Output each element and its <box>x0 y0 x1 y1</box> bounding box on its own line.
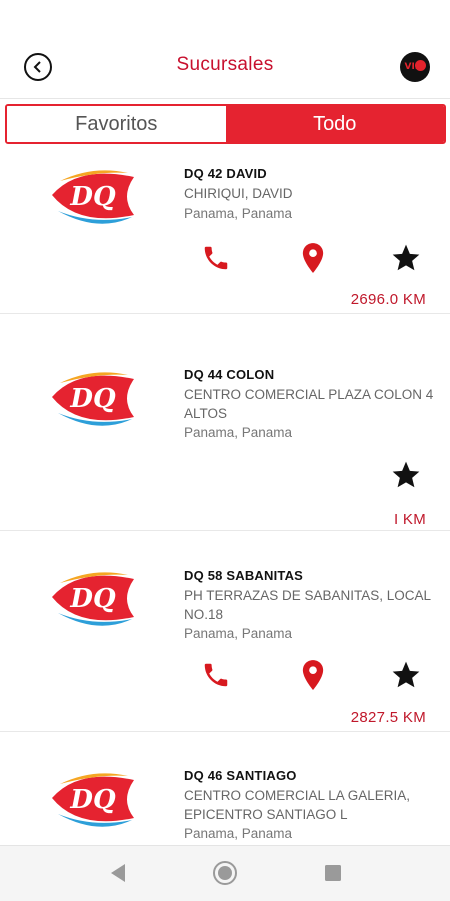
store-city: Panama, Panama <box>184 425 293 440</box>
star-icon <box>392 244 420 271</box>
star-icon <box>392 661 420 688</box>
svg-text:DQ: DQ <box>69 182 116 212</box>
map-pin-icon <box>302 660 324 690</box>
phone-icon <box>204 663 228 687</box>
store-card[interactable]: DQ DQ 44 COLON CENTRO COMERCIAL PLAZA CO… <box>0 314 450 531</box>
svg-text:DQ: DQ <box>69 584 116 614</box>
dq-logo: DQ <box>52 572 134 626</box>
store-city: Panama, Panama <box>184 626 293 641</box>
store-name: DQ 42 DAVID <box>184 166 267 181</box>
square-recents-icon <box>325 865 341 881</box>
store-name: DQ 46 SANTIAGO <box>184 768 297 783</box>
favorite-button[interactable] <box>389 241 423 275</box>
favorite-button[interactable] <box>389 458 423 492</box>
call-button[interactable] <box>199 241 233 275</box>
store-name: DQ 44 COLON <box>184 367 275 382</box>
store-city: Panama, Panama <box>184 206 293 221</box>
store-address: CHIRIQUI, DAVID <box>184 186 293 201</box>
star-icon <box>392 461 420 488</box>
location-button[interactable] <box>296 241 330 275</box>
store-list[interactable]: DQ DQ 42 DAVID CHIRIQUI, DAVID Panama, P… <box>0 150 450 845</box>
store-address: PH TERRAZAS DE SABANITAS, LOCAL NO.18 <box>184 588 431 622</box>
page-title: Sucursales <box>176 54 274 75</box>
store-card[interactable]: DQ DQ 46 SANTIAGO CENTRO COMERCIAL LA GA… <box>0 732 450 845</box>
store-address: CENTRO COMERCIAL LA GALERIA, EPICENTRO S… <box>184 788 411 822</box>
dq-logo: DQ <box>52 773 134 827</box>
map-pin-icon <box>302 243 324 273</box>
status-bar <box>0 0 450 40</box>
store-distance: 2827.5 KM <box>350 709 426 726</box>
store-city: Panama, Panama <box>184 826 293 841</box>
circle-home-icon <box>213 861 237 885</box>
nav-back-button[interactable] <box>105 860 131 886</box>
store-name: DQ 58 SABANITAS <box>184 568 304 583</box>
badge-text: VIP <box>404 62 422 72</box>
svg-text:DQ: DQ <box>69 384 116 414</box>
tab-bar: Favoritos Todo <box>5 104 446 144</box>
tab-favoritos[interactable]: Favoritos <box>7 106 226 142</box>
store-distance: 2696.0 KM <box>350 291 426 308</box>
store-card[interactable]: DQ DQ 58 SABANITAS PH TERRAZAS DE SABANI… <box>0 531 450 732</box>
triangle-back-icon <box>111 864 125 882</box>
location-button[interactable] <box>296 658 330 692</box>
dq-logo: DQ <box>52 170 134 224</box>
call-button[interactable] <box>199 658 233 692</box>
store-distance: I KM <box>393 511 426 528</box>
tab-todo[interactable]: Todo <box>225 106 444 142</box>
nav-home-button[interactable] <box>212 860 238 886</box>
app-header: Sucursales VIP <box>0 40 450 96</box>
system-nav-bar <box>0 845 450 901</box>
svg-text:DQ: DQ <box>69 785 116 815</box>
store-card[interactable]: DQ DQ 42 DAVID CHIRIQUI, DAVID Panama, P… <box>0 150 450 314</box>
favorite-button[interactable] <box>389 658 423 692</box>
nav-recents-button[interactable] <box>320 860 346 886</box>
vip-badge-button[interactable]: VIP <box>400 52 430 82</box>
store-address: CENTRO COMERCIAL PLAZA COLON 4 ALTOS <box>184 387 434 421</box>
dq-logo: DQ <box>52 372 134 426</box>
header-divider <box>0 98 450 99</box>
phone-icon <box>204 246 228 270</box>
